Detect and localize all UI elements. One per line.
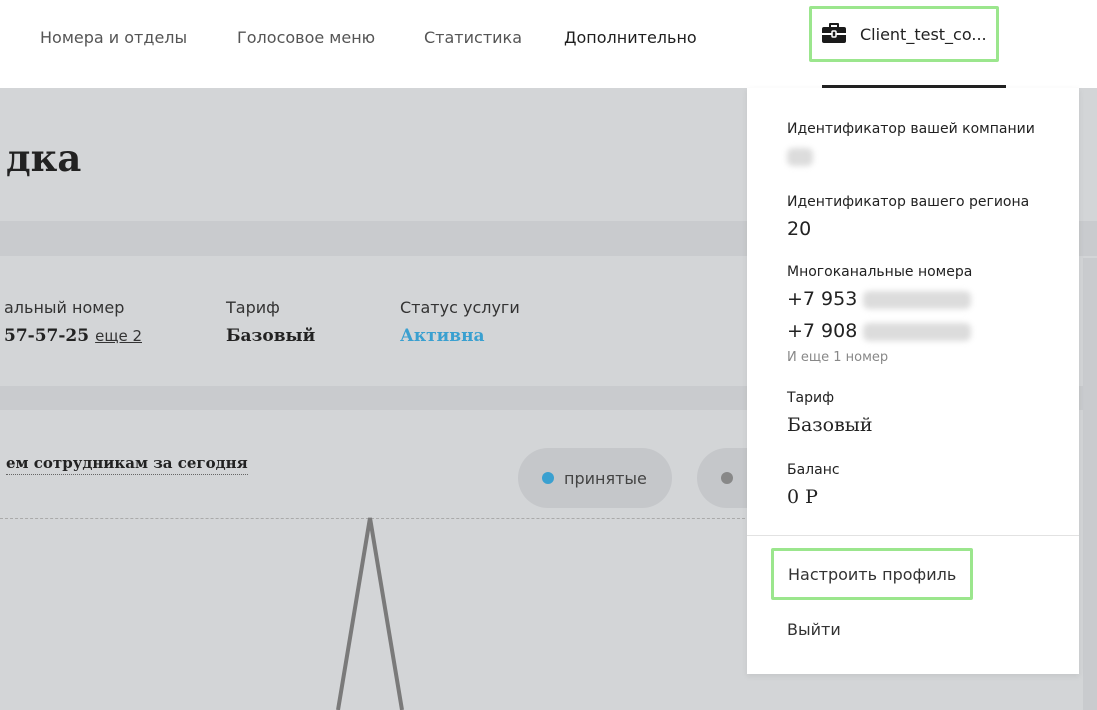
nav-numbers-departments[interactable]: Номера и отделы	[40, 28, 187, 47]
company-id-redacted	[787, 148, 813, 166]
dropdown-divider	[747, 535, 1079, 536]
region-id-label: Идентификатор вашего региона	[787, 194, 1030, 210]
nav-additional[interactable]: Дополнительно	[564, 28, 697, 47]
chart-series-line	[336, 517, 404, 710]
chart-area	[336, 517, 404, 710]
nav-statistics[interactable]: Статистика	[424, 28, 522, 47]
balance-value: 0 Р	[787, 486, 818, 508]
dropdown-tariff-label: Тариф	[787, 390, 835, 406]
account-name: Client_test_co...	[860, 24, 987, 44]
phone-1: +7 953	[787, 288, 972, 310]
company-id-label: Идентификатор вашей компании	[787, 121, 1035, 137]
logout-link[interactable]: Выйти	[787, 620, 841, 639]
dropdown-tariff-value: Базовый	[787, 414, 873, 436]
top-navigation: Номера и отделы Голосовое меню Статистик…	[0, 0, 1097, 88]
right-edge	[1083, 258, 1097, 710]
phone-2-text: +7 908	[787, 320, 858, 342]
more-numbers-link[interactable]: И еще 1 номер	[787, 350, 888, 365]
balance-label: Баланс	[787, 462, 840, 478]
briefcase-icon	[822, 21, 846, 47]
phone-1-redacted	[863, 290, 972, 309]
multichannel-label: Многоканальные номера	[787, 264, 973, 280]
nav-voice-menu[interactable]: Голосовое меню	[237, 28, 375, 47]
phone-1-text: +7 953	[787, 288, 858, 310]
account-menu-button[interactable]: Client_test_co...	[809, 6, 999, 62]
phone-2-redacted	[863, 322, 972, 341]
phone-2: +7 908	[787, 320, 972, 342]
region-id-value: 20	[787, 218, 812, 240]
account-dropdown: Идентификатор вашей компании Идентификат…	[747, 88, 1079, 674]
configure-profile-link[interactable]: Настроить профиль	[771, 548, 973, 600]
